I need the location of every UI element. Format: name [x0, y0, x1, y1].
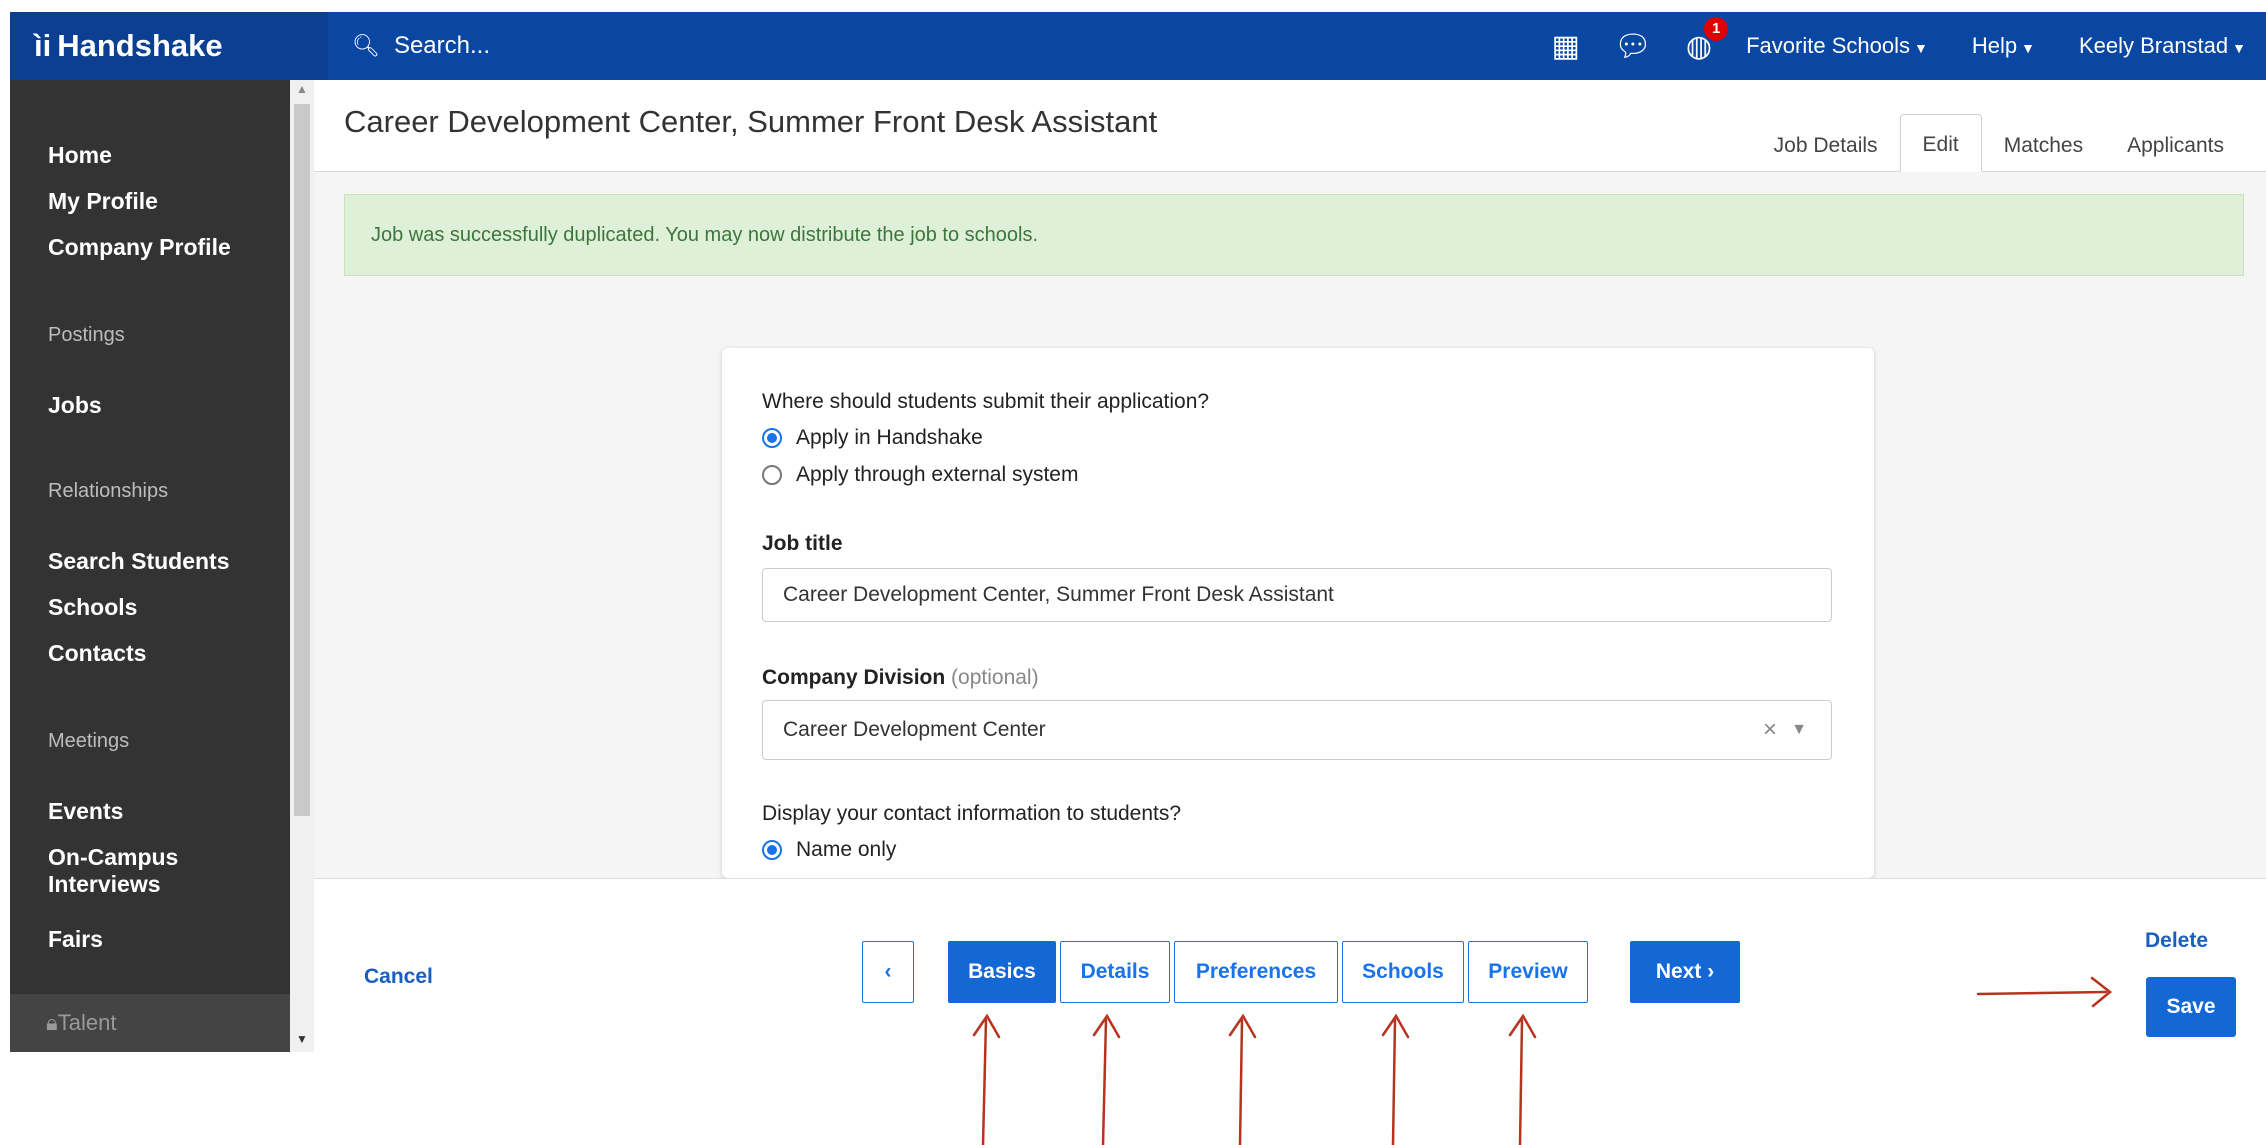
delete-button[interactable]: Delete [2145, 929, 2208, 953]
oncampus-line2: Interviews [48, 871, 161, 897]
job-title-label: Job title [762, 532, 843, 555]
tab-edit[interactable]: Edit [1899, 114, 1982, 172]
radio-apply-handshake[interactable]: Apply in Handshake [762, 426, 983, 450]
sidebar-item-contacts[interactable]: Contacts [48, 640, 146, 667]
tab-applicants[interactable]: Applicants [2105, 116, 2246, 172]
search-box[interactable]: 🔍︎ Search... [328, 32, 490, 60]
next-step-button[interactable]: Next › [1630, 941, 1740, 1003]
sidebar-item-search-students[interactable]: Search Students [48, 548, 230, 575]
calendar-icon[interactable]: ▦ [1551, 29, 1579, 64]
sidebar-header-meetings: Meetings [48, 730, 130, 752]
app-window: ìi Handshake 🔍︎ Search... ▦ 💬︎ ◍ 1 Favor… [10, 12, 2266, 1052]
chat-icon[interactable]: 💬︎ [1614, 29, 1652, 64]
page-header: Career Development Center, Summer Front … [314, 80, 2266, 172]
scroll-up-arrow-icon[interactable]: ▲ [296, 82, 308, 96]
step-basics-button[interactable]: Basics [948, 941, 1056, 1003]
user-menu[interactable]: Keely Branstad ▼ [2079, 33, 2246, 59]
favorite-schools-label: Favorite Schools [1746, 33, 1910, 58]
job-title-input[interactable]: Career Development Center, Summer Front … [762, 568, 1832, 622]
radio-selected-icon [762, 840, 782, 860]
user-name: Keely Branstad [2078, 33, 2229, 58]
search-placeholder: Search... [393, 32, 490, 59]
sidebar-item-fairs[interactable]: Fairs [48, 926, 103, 953]
step-preview-button[interactable]: Preview [1468, 941, 1588, 1003]
sidebar-item-talent[interactable]: 🔒︎ Talent [10, 994, 290, 1052]
main-content: Career Development Center, Summer Front … [314, 80, 2266, 1052]
previous-step-button[interactable]: ‹ [862, 941, 914, 1003]
tab-bar: Job Details Edit Matches Applicants [1752, 114, 2246, 172]
company-division-label: Company Division (optional) [762, 666, 1039, 690]
sidebar-item-jobs[interactable]: Jobs [48, 392, 102, 419]
sidebar-item-home[interactable]: Home [48, 142, 112, 169]
caret-down-icon: ▼ [2232, 40, 2246, 56]
sidebar-header-relationships: Relationships [48, 480, 169, 502]
radio-selected-icon [762, 428, 782, 448]
tab-matches[interactable]: Matches [1982, 116, 2105, 172]
scroll-down-arrow-icon[interactable]: ▼ [296, 1032, 308, 1046]
scrollbar-thumb[interactable] [294, 104, 310, 816]
division-optional: (optional) [951, 666, 1039, 689]
search-icon: 🔍︎ [352, 33, 380, 58]
sidebar-item-schools[interactable]: Schools [48, 594, 137, 621]
submit-question-label: Where should students submit their appli… [762, 390, 1210, 413]
job-form-card: Where should students submit their appli… [722, 348, 1874, 878]
sidebar-header-postings: Postings [48, 324, 125, 346]
company-division-select[interactable]: Career Development Center × ▼ [762, 700, 1832, 760]
sidebar-item-my-profile[interactable]: My Profile [48, 188, 158, 215]
top-navigation-bar: ìi Handshake 🔍︎ Search... ▦ 💬︎ ◍ 1 Favor… [10, 12, 2266, 80]
radio-name-only[interactable]: Name only [762, 838, 896, 862]
globe-notifications-icon[interactable]: ◍ 1 [1686, 16, 1729, 64]
form-footer: Cancel ‹ Basics Details Preferences Scho… [314, 878, 2266, 1052]
page-title: Career Development Center, Summer Front … [344, 104, 1158, 139]
clear-icon[interactable]: × [1763, 716, 1777, 744]
talent-label: Talent [57, 1010, 117, 1035]
dropdown-arrow-icon[interactable]: ▼ [1791, 721, 1807, 739]
sidebar-scrollbar[interactable]: ▲ ▼ [290, 80, 314, 1052]
name-only-label: Name only [796, 838, 897, 861]
caret-down-icon: ▼ [2021, 40, 2035, 56]
division-value: Career Development Center [783, 718, 1046, 741]
chevron-right-icon: › [1707, 960, 1715, 983]
brand-logo[interactable]: ìi Handshake [10, 12, 328, 80]
success-alert: Job was successfully duplicated. You may… [344, 194, 2244, 276]
favorite-schools-menu[interactable]: Favorite Schools ▼ [1746, 33, 1928, 59]
apply-handshake-label: Apply in Handshake [796, 426, 983, 449]
apply-external-label: Apply through external system [796, 463, 1079, 486]
save-button[interactable]: Save [2146, 977, 2236, 1037]
lock-icon: 🔒︎ [46, 1010, 58, 1035]
help-menu[interactable]: Help ▼ [1972, 33, 2035, 59]
step-schools-button[interactable]: Schools [1342, 941, 1464, 1003]
sidebar: Home My Profile Company Profile Postings… [10, 80, 290, 1052]
handshake-logo-icon: ìi [34, 28, 52, 63]
tab-job-details[interactable]: Job Details [1752, 116, 1900, 172]
sidebar-item-oncampus-interviews[interactable]: On-Campus Interviews [48, 844, 178, 898]
next-label: Next [1655, 960, 1702, 983]
caret-down-icon: ▼ [1913, 40, 1928, 56]
contact-question-label: Display your contact information to stud… [762, 802, 1182, 825]
radio-unselected-icon [762, 465, 782, 485]
sidebar-item-company-profile[interactable]: Company Profile [48, 234, 231, 261]
step-preferences-button[interactable]: Preferences [1174, 941, 1338, 1003]
notification-badge: 1 [1704, 16, 1729, 41]
help-label: Help [1971, 33, 2018, 58]
step-details-button[interactable]: Details [1060, 941, 1170, 1003]
brand-name: Handshake [57, 28, 223, 63]
radio-apply-external[interactable]: Apply through external system [762, 463, 1078, 487]
cancel-button[interactable]: Cancel [364, 965, 433, 989]
oncampus-line1: On-Campus [48, 844, 179, 870]
division-label-text: Company Division [762, 666, 946, 689]
sidebar-item-events[interactable]: Events [48, 798, 123, 825]
